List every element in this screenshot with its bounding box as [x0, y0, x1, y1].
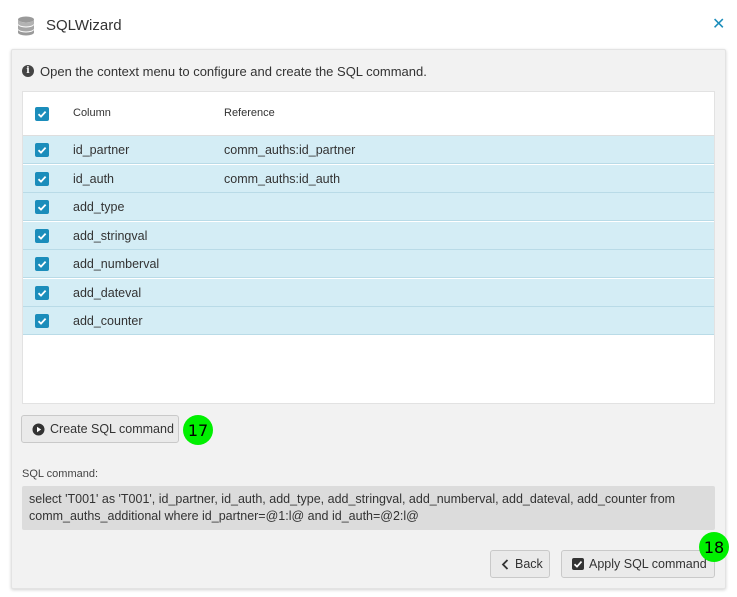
cell-column: add_stringval — [73, 228, 148, 243]
column-header-reference[interactable]: Reference — [224, 107, 275, 119]
sql-command-label: SQL command: — [22, 468, 99, 480]
row-checkbox[interactable] — [35, 200, 49, 214]
play-circle-icon — [32, 423, 45, 436]
chevron-left-icon — [501, 558, 510, 570]
cell-column: add_dateval — [73, 285, 142, 300]
cell-column: add_type — [73, 200, 125, 214]
table-row[interactable]: add_type — [23, 193, 714, 221]
check-square-icon — [572, 558, 584, 570]
table-row[interactable]: add_counter — [23, 307, 714, 335]
table-row[interactable]: add_dateval — [23, 278, 714, 307]
apply-sql-command-button[interactable]: Apply SQL command — [561, 550, 715, 578]
cell-column: add_numberval — [73, 257, 160, 271]
table-row[interactable]: id_partner comm_auths:id_partner — [23, 136, 714, 164]
info-icon: i — [22, 65, 34, 77]
cell-reference: comm_auths:id_partner — [224, 143, 356, 157]
row-checkbox[interactable] — [35, 171, 49, 186]
select-all-checkbox[interactable] — [35, 107, 49, 121]
check-icon — [37, 317, 47, 325]
row-checkbox[interactable] — [35, 285, 49, 300]
row-checkbox[interactable] — [35, 314, 49, 328]
table-row[interactable]: add_stringval — [23, 221, 714, 250]
column-grid: Column Reference id_partner comm_auths:id… — [22, 91, 715, 404]
database-icon — [18, 16, 34, 36]
window-title: SQLWizard — [46, 17, 122, 34]
step-badge-17: 17 — [183, 415, 213, 445]
info-text: Open the context menu to configure and c… — [40, 63, 427, 79]
check-icon — [37, 146, 47, 154]
cell-column: id_partner — [73, 143, 130, 157]
apply-sql-command-label: Apply SQL command — [589, 557, 707, 571]
sql-line-1: select 'T001' as 'T001', id_partner, id_… — [29, 492, 676, 506]
grid-header: Column Reference — [23, 92, 714, 136]
row-checkbox[interactable] — [35, 143, 49, 157]
back-button[interactable]: Back — [490, 550, 550, 578]
close-icon[interactable]: ✕ — [712, 16, 725, 34]
row-checkbox[interactable] — [35, 228, 49, 243]
cell-column: add_counter — [73, 314, 143, 328]
table-row[interactable]: id_auth comm_auths:id_auth — [23, 164, 714, 193]
create-sql-command-label: Create SQL command — [50, 422, 174, 436]
row-checkbox[interactable] — [35, 257, 49, 271]
column-header-column[interactable]: Column — [73, 107, 111, 119]
back-label: Back — [515, 557, 543, 571]
cell-column: id_auth — [73, 171, 115, 186]
check-icon — [37, 289, 47, 297]
sql-command-text[interactable]: select 'T001' as 'T001', id_partner, id_… — [22, 486, 715, 530]
title-bar: SQLWizard ✕ — [0, 0, 737, 50]
table-row[interactable]: add_numberval — [23, 250, 714, 278]
info-message: i Open the context menu to configure and… — [22, 63, 427, 79]
step-badge-18: 18 — [699, 532, 729, 562]
check-icon — [37, 110, 47, 118]
create-sql-command-button[interactable]: Create SQL command — [21, 415, 179, 443]
check-icon — [37, 232, 47, 240]
check-icon — [37, 203, 47, 211]
cell-reference: comm_auths:id_auth — [224, 171, 341, 186]
sql-line-2: comm_auths_additional where id_partner=@… — [29, 509, 419, 523]
check-icon — [37, 175, 47, 183]
check-icon — [37, 260, 47, 268]
